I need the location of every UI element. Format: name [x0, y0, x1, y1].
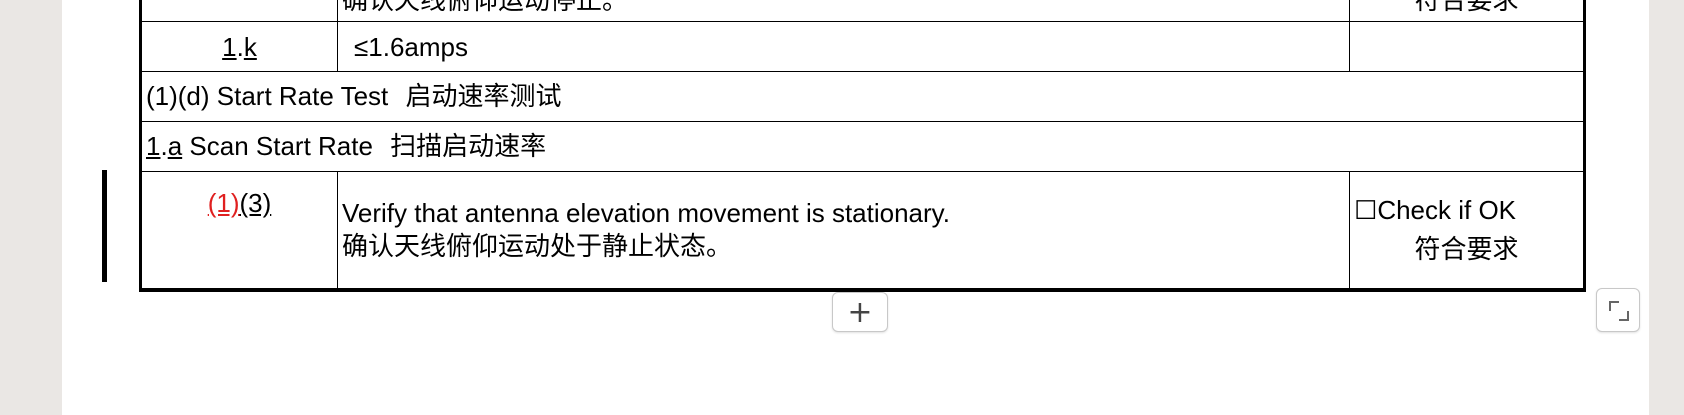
- revision-change-bar: [102, 170, 107, 282]
- sub-heading-cell[interactable]: 1.a Scan Start Rate 扫描启动速率: [139, 121, 1586, 172]
- table-row: 确认天线俯仰运动停止。 符合要求: [139, 0, 1586, 22]
- sub-heading-number: 1: [146, 131, 161, 161]
- check-label-en: Check if OK: [1377, 195, 1517, 225]
- instruction-zh: 确认天线俯仰运动处于静止状态。: [342, 232, 733, 262]
- sub-heading-separator: .: [160, 131, 168, 161]
- section-heading-en: (1)(d) Start Rate Test: [146, 81, 389, 111]
- plus-icon: +: [847, 294, 873, 330]
- step-number: (3): [239, 188, 272, 218]
- resize-corner-icon-part: [1619, 311, 1629, 321]
- instruction-cell[interactable]: 确认天线俯仰运动停止。: [337, 0, 1350, 22]
- step-letter: k: [243, 31, 257, 62]
- instruction-zh: 确认天线俯仰运动停止。: [342, 0, 629, 16]
- step-cell[interactable]: 1.k: [139, 21, 338, 72]
- table-row: (1)(d) Start Rate Test 启动速率测试: [139, 71, 1586, 122]
- step-cell[interactable]: [139, 0, 338, 22]
- checkbox-icon[interactable]: ☐: [1354, 195, 1377, 225]
- instruction-en: Verify that antenna elevation movement i…: [342, 198, 950, 228]
- check-cell[interactable]: ☐Check if OK 符合要求: [1349, 171, 1586, 292]
- instruction-cell[interactable]: Verify that antenna elevation movement i…: [337, 171, 1350, 292]
- section-heading-cell[interactable]: (1)(d) Start Rate Test 启动速率测试: [139, 71, 1586, 122]
- procedure-table: 确认天线俯仰运动停止。 符合要求 1.k ≤1.6amps (1)(d) Sta…: [139, 0, 1586, 292]
- check-label-zh: 符合要求: [1414, 0, 1519, 16]
- check-cell[interactable]: 符合要求: [1349, 0, 1586, 22]
- instruction-text: ≤1.6amps: [354, 31, 468, 62]
- step-inserted-number: (1): [207, 188, 240, 218]
- add-row-button[interactable]: +: [832, 292, 888, 332]
- check-cell[interactable]: [1349, 21, 1586, 72]
- sub-heading-letter: a: [167, 131, 183, 161]
- resize-corner-icon: [1609, 301, 1619, 311]
- table-row: 1.a Scan Start Rate 扫描启动速率: [139, 121, 1586, 172]
- step-separator: .: [236, 31, 244, 62]
- instruction-cell[interactable]: ≤1.6amps: [337, 21, 1350, 72]
- check-label-zh: 符合要求: [1414, 235, 1519, 265]
- table-row: 1.k ≤1.6amps: [139, 21, 1586, 72]
- table-resize-button[interactable]: [1596, 288, 1640, 332]
- section-heading-zh: 启动速率测试: [405, 82, 562, 112]
- sub-heading-en: Scan Start Rate: [182, 131, 373, 161]
- step-number: 1: [222, 31, 237, 62]
- sub-heading-zh: 扫描启动速率: [390, 132, 547, 162]
- step-cell[interactable]: (1)(3): [139, 171, 338, 292]
- table-row: (1)(3) Verify that antenna elevation mov…: [139, 171, 1586, 292]
